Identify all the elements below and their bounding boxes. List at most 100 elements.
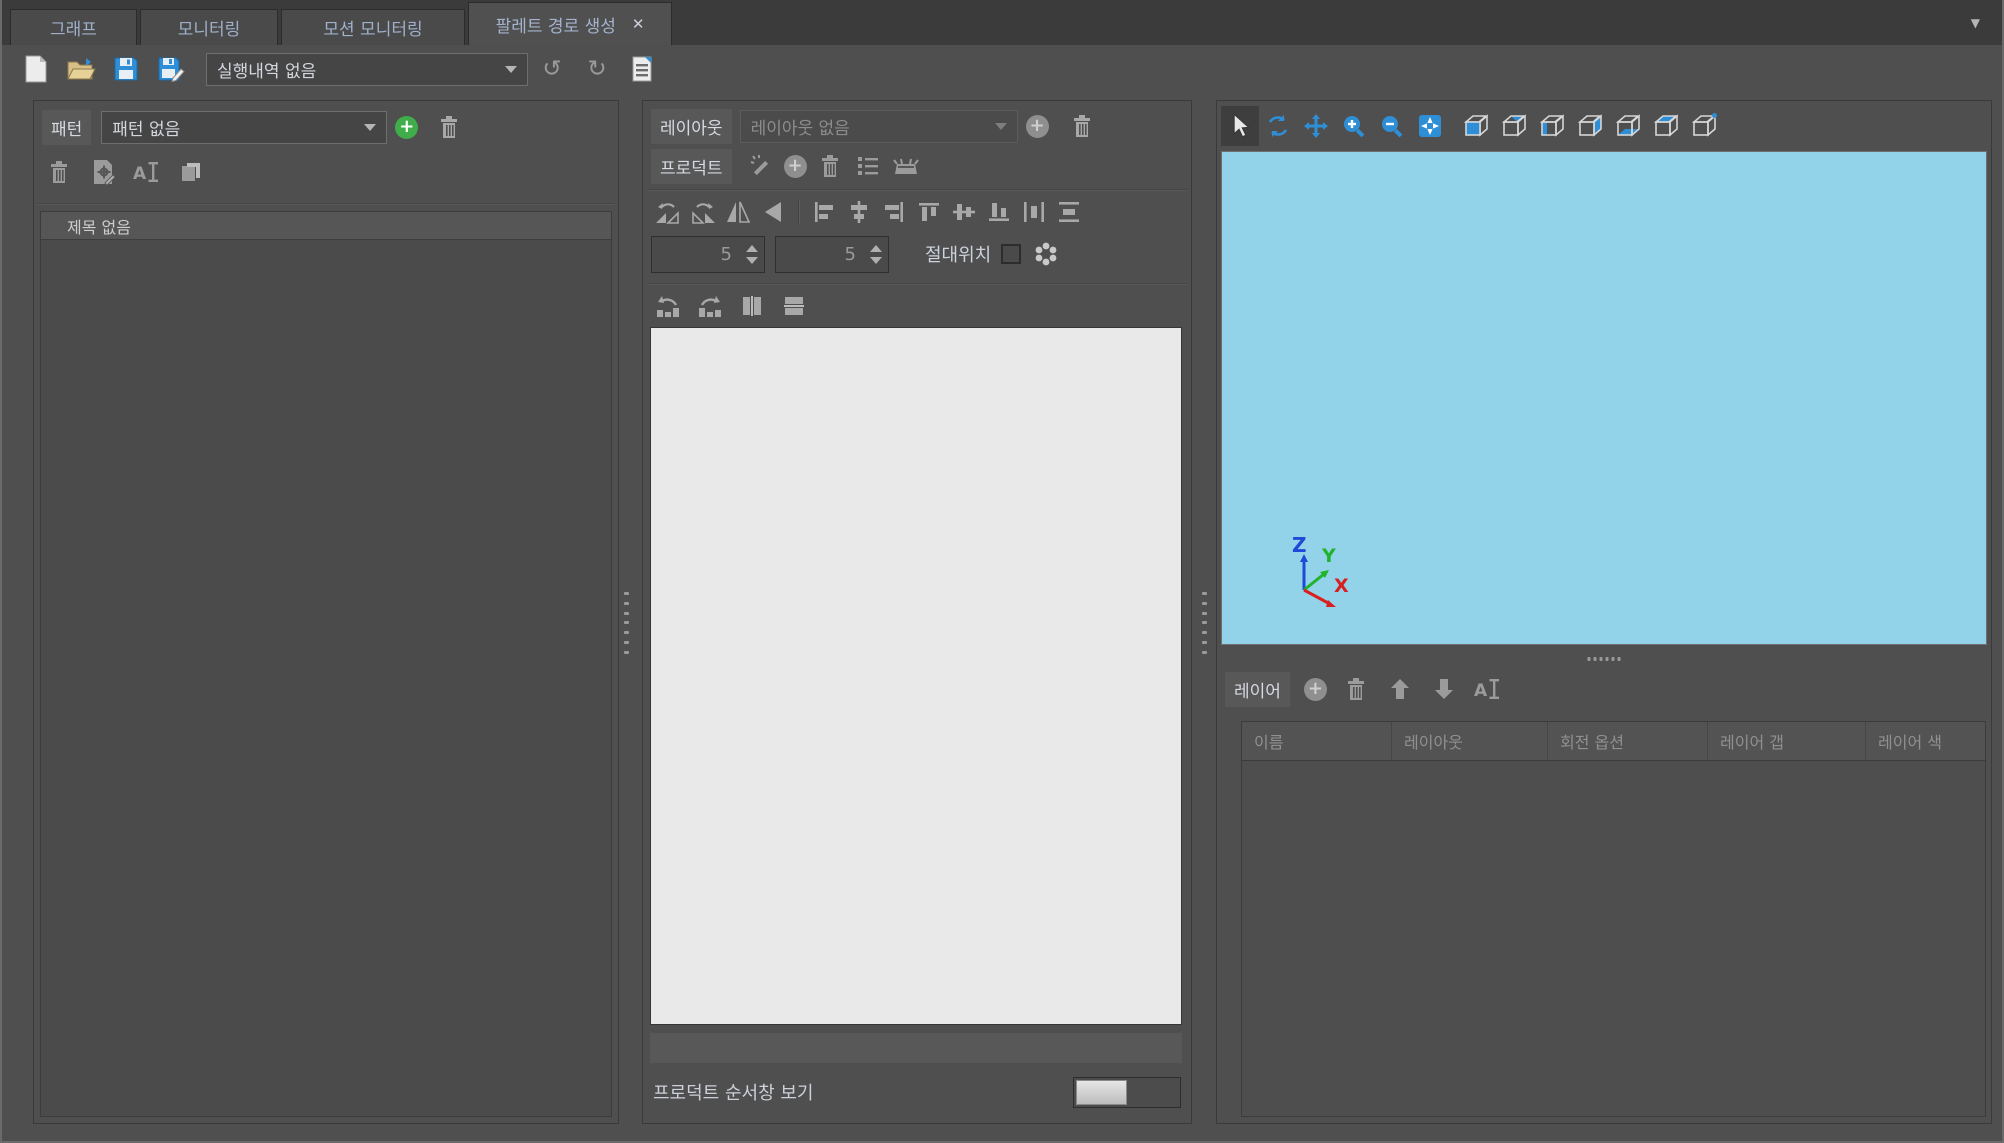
right-splitter-handle[interactable] [1199, 592, 1209, 654]
tab-overflow-icon[interactable]: ▼ [1971, 16, 1980, 30]
layer-table: 이름 레이아웃 회전 옵션 레이어 갭 레이어 색 [1241, 721, 1986, 1117]
align-right-button[interactable] [879, 197, 909, 227]
add-product-button[interactable]: + [784, 155, 807, 178]
flip-horizontal-icon [725, 199, 751, 225]
layout-canvas[interactable] [650, 327, 1182, 1025]
sequence-rotate-left-button[interactable] [653, 291, 683, 321]
save-button[interactable] [108, 51, 144, 87]
save-as-button[interactable] [153, 51, 189, 87]
gap-x-value[interactable]: 5 [652, 237, 740, 272]
flip-horizontal-button[interactable] [723, 197, 753, 227]
zoom-out-button[interactable] [1373, 106, 1411, 146]
viewport-3d[interactable]: Z Y X [1221, 151, 1987, 645]
sequence-rotate-right-button[interactable] [695, 291, 725, 321]
spin-up-icon[interactable] [746, 245, 758, 252]
product-order-toggle[interactable] [1073, 1077, 1181, 1108]
delete-item-button[interactable] [44, 157, 74, 187]
cube-top-view-button[interactable] [1647, 106, 1685, 146]
mirror-left-button[interactable] [758, 197, 788, 227]
tab-label: 팔레트 경로 생성 [496, 12, 616, 37]
snap-button[interactable] [1031, 239, 1061, 269]
distribute-horizontal-button[interactable] [1019, 197, 1049, 227]
pan-view-button[interactable] [1297, 106, 1335, 146]
new-file-button[interactable] [18, 51, 54, 87]
rotate-left-button[interactable] [653, 197, 683, 227]
layer-splitter-handle[interactable] [1588, 657, 1621, 661]
tab-motion-monitoring[interactable]: 모션 모니터링 [281, 9, 465, 45]
split-columns-button[interactable] [737, 291, 767, 321]
delete-product-button[interactable] [815, 151, 845, 181]
left-splitter-handle[interactable] [621, 592, 631, 654]
align-left-button[interactable] [809, 197, 839, 227]
add-layer-button[interactable]: + [1304, 678, 1327, 701]
rotate-view-button[interactable] [1259, 106, 1297, 146]
pattern-dropdown[interactable]: 패턴 없음 [101, 111, 387, 144]
align-middle-button[interactable] [949, 197, 979, 227]
rotate-right-icon [689, 199, 717, 225]
layer-table-body[interactable] [1242, 761, 1985, 1116]
align-center-vertical-button[interactable] [844, 197, 874, 227]
move-layer-up-button[interactable] [1385, 674, 1415, 704]
order-numbering-button[interactable] [853, 151, 883, 181]
rename-layer-button[interactable]: A [1473, 674, 1503, 704]
spin-up-icon[interactable] [870, 245, 882, 252]
cube-back-view-button[interactable] [1495, 106, 1533, 146]
layout-dropdown[interactable]: 레이아웃 없음 [740, 110, 1018, 143]
fit-view-icon [1417, 113, 1443, 139]
pattern-list-body[interactable] [41, 240, 611, 1116]
add-layout-button[interactable]: + [1026, 115, 1049, 138]
cube-bottom-view-button[interactable] [1609, 106, 1647, 146]
redo-button[interactable]: ↻ [579, 51, 615, 87]
tab-pallet-path[interactable]: 팔레트 경로 생성 ✕ [468, 2, 672, 45]
product-row-title: 프로덕트 [651, 149, 732, 184]
cube-iso-view-button[interactable] [1685, 106, 1723, 146]
select-tool-button[interactable] [1221, 106, 1259, 146]
spin-down-icon[interactable] [870, 257, 882, 264]
tab-label: 모션 모니터링 [323, 15, 422, 40]
open-file-button[interactable] [63, 51, 99, 87]
split-rows-button[interactable] [779, 291, 809, 321]
delete-layer-button[interactable] [1341, 674, 1371, 704]
pattern-settings-button[interactable] [88, 157, 118, 187]
log-button[interactable] [624, 51, 660, 87]
delete-pattern-button[interactable] [434, 112, 464, 142]
delete-layout-button[interactable] [1067, 111, 1097, 141]
spin-down-icon[interactable] [746, 257, 758, 264]
duplicate-pattern-button[interactable] [176, 157, 206, 187]
rename-pattern-button[interactable]: A [132, 157, 162, 187]
distribute-vertical-button[interactable] [1054, 197, 1084, 227]
align-top-button[interactable] [914, 197, 944, 227]
gap-x-spinner[interactable]: 5 [651, 236, 765, 273]
auto-generate-button[interactable] [746, 151, 776, 181]
rotate-right-button[interactable] [688, 197, 718, 227]
absolute-position-checkbox[interactable] [1001, 244, 1021, 264]
move-down-icon [1433, 677, 1455, 701]
gap-y-spinner[interactable]: 5 [775, 236, 889, 273]
split-columns-icon [740, 294, 764, 318]
align-bottom-button[interactable] [984, 197, 1014, 227]
tab-graph[interactable]: 그래프 [10, 9, 137, 45]
move-layer-down-button[interactable] [1429, 674, 1459, 704]
new-file-icon [23, 55, 49, 83]
tab-label: 모니터링 [178, 15, 241, 40]
rotate-view-icon [1265, 113, 1291, 139]
align-bottom-icon [987, 200, 1011, 224]
trash-icon [1345, 677, 1367, 701]
pattern-list-root-item[interactable]: 제목 없음 [41, 212, 611, 240]
undo-button[interactable]: ↺ [534, 51, 570, 87]
add-pattern-button[interactable]: + [395, 116, 418, 139]
layer-panel-title: 레이어 [1225, 672, 1290, 707]
history-dropdown[interactable]: 실행내역 없음 [206, 53, 528, 86]
palletize-button[interactable] [891, 151, 921, 181]
cube-right-view-button[interactable] [1571, 106, 1609, 146]
tab-monitoring[interactable]: 모니터링 [140, 9, 278, 45]
pattern-panel-title: 패턴 [42, 110, 91, 145]
cube-left-view-button[interactable] [1533, 106, 1571, 146]
history-dropdown-value: 실행내역 없음 [217, 57, 316, 82]
gap-y-value[interactable]: 5 [776, 237, 864, 272]
column-header-layout: 레이아웃 [1392, 722, 1548, 760]
zoom-in-button[interactable] [1335, 106, 1373, 146]
cube-front-view-button[interactable] [1457, 106, 1495, 146]
fit-view-button[interactable] [1411, 106, 1449, 146]
close-tab-icon[interactable]: ✕ [632, 15, 645, 33]
